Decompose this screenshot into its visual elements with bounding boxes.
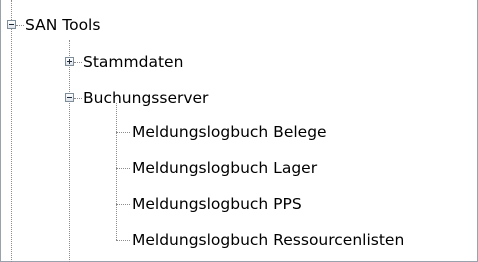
tree-connector-line [116,132,130,133]
tree-node-label: SAN Tools [25,16,101,34]
tree-node-label: Meldungslogbuch Lager [132,159,318,177]
tree-connector-line [116,103,117,240]
tree-connector-line [116,204,130,205]
tree-node-label: Meldungslogbuch Belege [132,123,327,141]
tree-node-meldungslogbuch-ressourcenlisten[interactable]: Meldungslogbuch Ressourcenlisten [132,226,404,254]
tree-node-label: Buchungsserver [83,89,209,107]
tree-node-meldungslogbuch-lager[interactable]: Meldungslogbuch Lager [132,154,317,182]
tree-node-meldungslogbuch-pps[interactable]: Meldungslogbuch PPS [132,190,302,218]
tree-node-label: Stammdaten [83,53,184,71]
tree-connector-line [11,0,12,20]
expand-icon[interactable] [65,57,74,66]
tree-view-panel: SAN Tools Stammdaten Buchungsserver Meld… [0,0,478,262]
tree-connector-line [116,168,130,169]
collapse-icon[interactable] [65,93,74,102]
tree-connector-line [16,25,24,26]
tree-connector-line [69,40,70,262]
tree-connector-line [74,62,82,63]
tree-node-stammdaten[interactable]: Stammdaten [83,48,183,76]
tree-connector-line [74,98,82,99]
tree-node-label: Meldungslogbuch PPS [132,195,302,213]
collapse-icon[interactable] [7,20,16,29]
tree-node-label: Meldungslogbuch Ressourcenlisten [132,231,405,249]
tree-node-buchungsserver[interactable]: Buchungsserver [83,84,208,112]
tree-connector-line [11,28,12,262]
tree-node-meldungslogbuch-belege[interactable]: Meldungslogbuch Belege [132,118,327,146]
tree-node-san-tools[interactable]: SAN Tools [25,11,100,39]
tree-connector-line [116,240,130,241]
